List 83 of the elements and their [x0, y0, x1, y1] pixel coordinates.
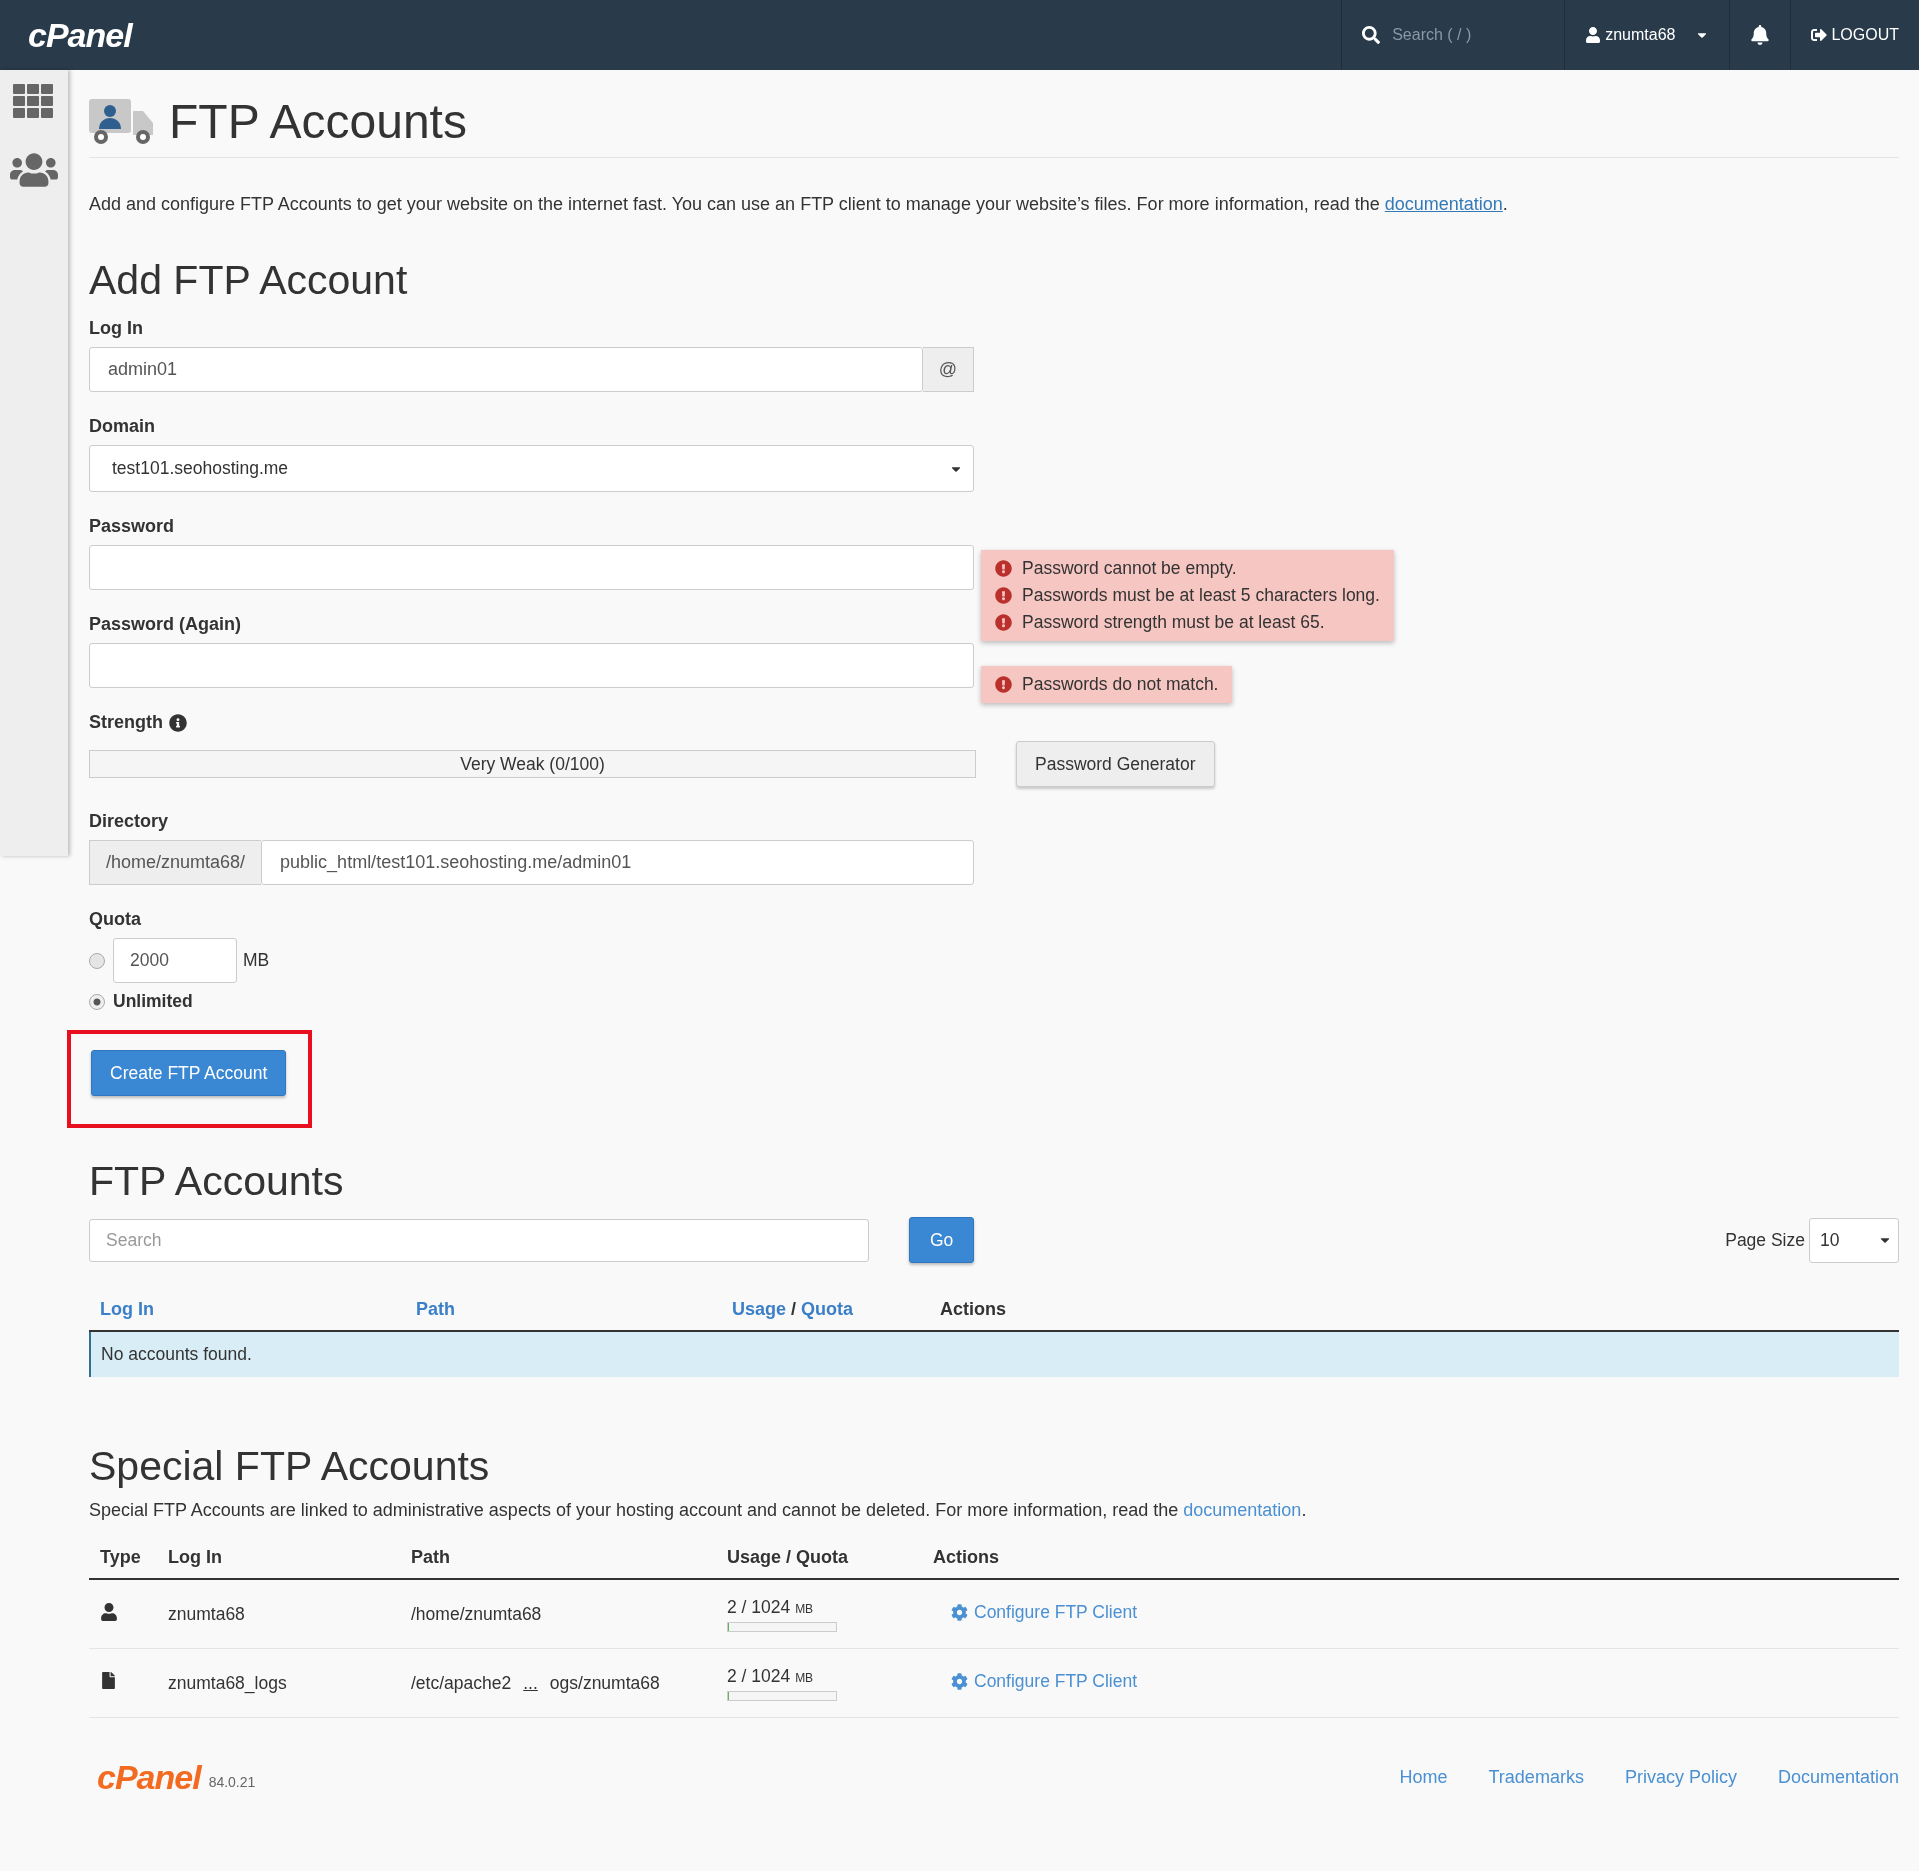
- error-message: Passwords must be at least 5 characters long.: [1022, 585, 1380, 607]
- page-description: Add and configure FTP Accounts to get your website on the internet fast. You can use an FTP client to manage your website’s files. For more information, read the documentation.: [89, 193, 1509, 216]
- search-icon: [1362, 26, 1381, 44]
- empty-message: No accounts found.: [89, 1332, 1899, 1378]
- table-cell-text: znumta68_logs: [167, 1672, 288, 1694]
- field-label: Domain: [89, 416, 156, 438]
- gear-icon: [951, 1604, 968, 1622]
- strength-meter: Very Weak (0/100): [89, 750, 976, 779]
- page-size-label: Page Size: [1725, 1229, 1805, 1251]
- column-header: Path: [410, 1547, 451, 1569]
- radio-button[interactable]: [89, 993, 105, 1010]
- password-again-field[interactable]: [89, 643, 974, 689]
- search-field[interactable]: Search: [89, 1218, 869, 1262]
- truck-user-icon: [89, 98, 155, 145]
- cpanel-logo[interactable]: cPanel: [0, 0, 1342, 70]
- column-sort-link[interactable]: Quota: [801, 1299, 854, 1320]
- logout-button[interactable]: LOGOUT: [1811, 26, 1899, 44]
- user-icon: [1585, 27, 1602, 43]
- footer-link[interactable]: Documentation: [1777, 1767, 1899, 1789]
- password-field[interactable]: [89, 545, 974, 591]
- column-header: Type: [99, 1547, 142, 1569]
- error-icon: [995, 614, 1012, 632]
- file-icon: [100, 1672, 117, 1690]
- gear-icon: [951, 1673, 968, 1691]
- configure-ftp-client-link[interactable]: Configure FTP Client: [933, 1671, 1138, 1693]
- go-button[interactable]: Go: [909, 1217, 975, 1264]
- footer-link[interactable]: Home: [1399, 1767, 1448, 1789]
- column-sort-link[interactable]: Usage: [732, 1299, 787, 1320]
- unit-label: MB: [243, 950, 270, 972]
- apps-grid-icon[interactable]: [13, 84, 55, 120]
- cpanel-logo[interactable]: cPanel: [97, 1758, 201, 1798]
- field-label: Directory: [89, 811, 170, 833]
- field-label: Password (Again): [89, 614, 243, 636]
- error-icon: [995, 587, 1012, 605]
- password-generator-button[interactable]: Password Generator: [1016, 741, 1215, 788]
- section-description: Special FTP Accounts are linked to administrative aspects of your hosting account and cannot be deleted. For more information, read the documentation.: [89, 1499, 1308, 1523]
- at-addon: @: [922, 347, 974, 393]
- documentation-link[interactable]: documentation: [1183, 1500, 1302, 1521]
- directory-field[interactable]: public_html/test101.seohosting.me/admin01: [261, 840, 974, 886]
- page-size-select[interactable]: 10: [1809, 1217, 1899, 1263]
- page-title: FTP Accounts: [169, 94, 467, 149]
- usage-text: 2 / 1024 MB: [727, 1665, 815, 1687]
- column-header: Log In: [167, 1547, 223, 1569]
- column-sort-link[interactable]: Path: [405, 1299, 721, 1321]
- info-icon[interactable]: [169, 713, 187, 732]
- radio-label: Unlimited: [113, 991, 193, 1013]
- table-cell-text: /etc/apache2 ... ogs/znumta68: [410, 1672, 661, 1694]
- quota-field[interactable]: 2000: [113, 938, 237, 984]
- field-label: Password: [89, 516, 176, 538]
- field-label: Log In: [89, 318, 144, 340]
- directory-prefix: /home/znumta68/: [89, 840, 262, 886]
- column-sort-link[interactable]: Log In: [89, 1299, 405, 1321]
- login-field[interactable]: admin01: [89, 347, 923, 393]
- section-heading: Special FTP Accounts: [89, 1443, 491, 1491]
- separator: /: [790, 1299, 798, 1320]
- documentation-link[interactable]: documentation: [1384, 194, 1503, 214]
- domain-select[interactable]: test101.seohosting.me: [89, 445, 974, 493]
- footer-link[interactable]: Trademarks: [1488, 1767, 1584, 1789]
- error-icon: [995, 676, 1012, 694]
- error-message: Passwords do not match.: [1022, 674, 1219, 696]
- section-heading: FTP Accounts: [89, 1158, 345, 1206]
- search-field[interactable]: Search ( / ): [1390, 25, 1545, 45]
- table-cell-text: znumta68: [167, 1603, 246, 1625]
- version-text: 84.0.21: [208, 1773, 256, 1790]
- column-header: Actions: [932, 1547, 1000, 1569]
- user-icon: [100, 1602, 118, 1621]
- field-label: Quota: [89, 909, 142, 931]
- create-account-button[interactable]: Create FTP Account: [91, 1050, 287, 1097]
- logout-icon: [1811, 27, 1828, 43]
- error-message: Password cannot be empty.: [1022, 558, 1237, 580]
- footer-link[interactable]: Privacy Policy: [1624, 1767, 1737, 1789]
- field-label: Strength: [89, 712, 974, 734]
- section-heading: Add FTP Account: [89, 257, 409, 305]
- error-message: Password strength must be at least 65.: [1022, 612, 1325, 634]
- column-header: Usage / Quota: [726, 1547, 850, 1569]
- column-header: Actions: [939, 1299, 1007, 1321]
- notification-bell-icon[interactable]: [1750, 25, 1771, 45]
- user-menu-button[interactable]: znumta68: [1585, 26, 1710, 44]
- error-icon: [995, 560, 1012, 578]
- usage-text: 2 / 1024 MB: [727, 1596, 815, 1618]
- configure-ftp-client-link[interactable]: Configure FTP Client: [933, 1602, 1138, 1624]
- table-cell-text: /home/znumta68: [410, 1603, 543, 1625]
- radio-button[interactable]: [89, 952, 105, 969]
